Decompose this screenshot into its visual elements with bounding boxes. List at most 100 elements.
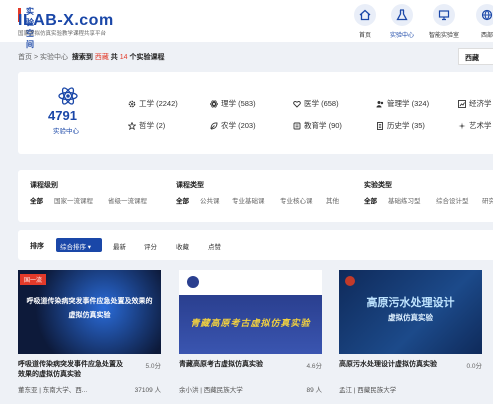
course-title[interactable]: 呼吸道传染病突发事件应急处置及效果的虚拟仿真实验 xyxy=(18,360,126,380)
course-title[interactable]: 青藏高原考古虚拟仿真实验 xyxy=(179,360,287,370)
nav-experiment-center[interactable]: 实验中心 xyxy=(383,4,421,39)
category-label: 艺术学 xyxy=(469,121,492,130)
category-medicine[interactable]: 医学 (658) xyxy=(293,98,339,109)
category-science[interactable]: 理学 (583) xyxy=(210,98,256,109)
category-label: 教育学 (90) xyxy=(304,121,342,130)
course-card[interactable]: 高原污水处理设计 虚拟仿真实验 高原污水处理设计虚拟仿真实验 0.0分 孟江 |… xyxy=(339,270,482,404)
lab-icon xyxy=(433,4,455,26)
star-icon xyxy=(128,121,136,130)
category-label: 哲学 (2) xyxy=(139,121,166,130)
search-suffix: 个实验课程 xyxy=(129,54,165,61)
category-label: 工学 (2242) xyxy=(139,99,178,108)
top-header: 实验空间 ILAB-X.com 国家虚拟仿真实验教学课程共享平台 首页 实验中心… xyxy=(0,0,493,49)
filter-level-provincial[interactable]: 省级一流课程 xyxy=(108,195,147,205)
category-engineering[interactable]: 工学 (2242) xyxy=(128,98,178,109)
filter-exp-design[interactable]: 综合设计型 xyxy=(436,195,469,205)
filter-exp-basic[interactable]: 基础练习型 xyxy=(388,195,421,205)
university-logo xyxy=(345,276,355,286)
sort-newest[interactable]: 最新 xyxy=(113,241,126,251)
course-score: 0.0分 xyxy=(466,363,482,370)
filter-level-national[interactable]: 国家一流课程 xyxy=(54,195,93,205)
sort-rating[interactable]: 评分 xyxy=(144,241,157,251)
people-icon xyxy=(376,100,384,107)
course-author: 余小洪 | 西藏民族大学 xyxy=(179,387,243,394)
course-author: 董东亚 | 东南大学、西... xyxy=(18,387,88,394)
heart-icon xyxy=(293,100,301,108)
chart-icon xyxy=(458,99,466,108)
total-count: 4791 xyxy=(48,108,77,123)
course-title[interactable]: 高原污水处理设计虚拟仿真实验 xyxy=(339,360,447,370)
filter-type-public[interactable]: 公共课 xyxy=(200,195,220,205)
filter-type-title: 课程类型 xyxy=(176,182,204,189)
first-class-badge: 国一流 xyxy=(20,274,47,285)
category-label: 历史学 (35) xyxy=(387,121,425,130)
course-card[interactable]: 青藏高原考古虚拟仿真实验 青藏高原考古虚拟仿真实验 4.6分 余小洪 | 西藏民… xyxy=(179,270,322,404)
atom-icon xyxy=(58,87,78,105)
breadcrumb: 首页 > 实验中心 搜索到 西藏 共 14 个实验课程 xyxy=(18,52,165,62)
breadcrumb-sep: > xyxy=(33,54,39,61)
course-participants: 37109 人 xyxy=(134,387,161,394)
breadcrumb-center[interactable]: 实验中心 xyxy=(40,54,68,61)
nav-smart-lab-label: 智能实验室 xyxy=(428,33,459,39)
search-count: 14 xyxy=(119,54,128,61)
course-thumbnail[interactable]: 国一流 呼吸道传染病突发事件应急处置及效果的 虚拟仿真实验 xyxy=(18,270,161,354)
thumbnail-title: 青藏高原考古虚拟仿真实验 xyxy=(190,318,311,328)
filter-level-all[interactable]: 全部 xyxy=(30,195,43,205)
university-logo xyxy=(187,276,199,288)
filter-panel: 课程级别 全部 国家一流课程 省级一流课程 课程类型 全部 公共课 专业基础课 … xyxy=(18,170,493,222)
book-icon xyxy=(293,122,301,129)
category-label: 管理学 (324) xyxy=(387,99,430,108)
gear-icon xyxy=(128,100,136,107)
sort-likes[interactable]: 点赞 xyxy=(208,241,221,251)
home-icon xyxy=(354,4,376,26)
course-thumbnail[interactable]: 高原污水处理设计 虚拟仿真实验 xyxy=(339,270,482,354)
filter-type-core[interactable]: 专业核心课 xyxy=(280,195,313,205)
category-education[interactable]: 教育学 (90) xyxy=(293,120,342,131)
course-card[interactable]: 国一流 呼吸道传染病突发事件应急处置及效果的 虚拟仿真实验 呼吸道传染病突发事件… xyxy=(18,270,161,404)
nav-west[interactable]: 西部 xyxy=(468,4,493,39)
sort-select[interactable]: 综合排序 ▾ xyxy=(56,238,102,252)
region-select[interactable]: 西藏 xyxy=(458,48,493,65)
category-agriculture[interactable]: 农学 (203) xyxy=(210,120,256,131)
globe-icon xyxy=(476,4,493,26)
leaf-icon xyxy=(210,121,218,129)
logo-main-text: ILAB-X.com xyxy=(18,12,114,29)
nav-experiment-center-label: 实验中心 xyxy=(389,33,414,39)
filter-level-title: 课程级别 xyxy=(30,182,58,189)
category-philosophy[interactable]: 哲学 (2) xyxy=(128,120,165,131)
sort-bar: 排序 综合排序 ▾ 最新 评分 收藏 点赞 xyxy=(18,230,493,260)
thumbnail-subtitle: 虚拟仿真实验 xyxy=(68,312,111,319)
category-arts[interactable]: 艺术学 xyxy=(458,120,492,131)
filter-type-other[interactable]: 其他 xyxy=(326,195,339,205)
logo-subtitle: 国家虚拟仿真实验教学课程共享平台 xyxy=(18,31,107,37)
filter-exp-all[interactable]: 全部 xyxy=(364,195,377,205)
breadcrumb-home[interactable]: 首页 xyxy=(18,54,32,61)
filter-exp-research[interactable]: 研究 xyxy=(482,195,493,205)
nav-home[interactable]: 首页 xyxy=(346,4,384,39)
course-participants: 89 人 xyxy=(306,387,322,394)
course-score: 5.0分 xyxy=(145,363,161,370)
atom-icon xyxy=(210,99,218,108)
course-thumbnail[interactable]: 青藏高原考古虚拟仿真实验 xyxy=(179,270,322,354)
sort-favorites[interactable]: 收藏 xyxy=(176,241,189,251)
category-economics[interactable]: 经济学 xyxy=(458,98,492,109)
category-history[interactable]: 历史学 (35) xyxy=(376,120,425,131)
category-label: 经济学 xyxy=(469,99,492,108)
filter-type-all[interactable]: 全部 xyxy=(176,195,189,205)
thumbnail-subtitle: 虚拟仿真实验 xyxy=(388,313,433,322)
category-label: 理学 (583) xyxy=(221,99,256,108)
thumbnail-title: 高原污水处理设计 xyxy=(366,297,455,309)
course-score: 4.6分 xyxy=(306,363,322,370)
palette-icon xyxy=(458,122,466,129)
nav-west-label: 西部 xyxy=(480,33,493,39)
search-mid: 共 xyxy=(110,54,118,61)
flask-icon xyxy=(391,4,413,26)
scroll-icon xyxy=(377,121,383,130)
total-label: 实验中心 xyxy=(53,128,79,135)
search-region: 西藏 xyxy=(94,54,109,61)
filter-type-foundation[interactable]: 专业基础课 xyxy=(232,195,265,205)
nav-smart-lab[interactable]: 智能实验室 xyxy=(425,4,463,39)
search-prefix: 搜索到 xyxy=(71,54,93,61)
filter-exp-title: 实验类型 xyxy=(364,182,392,189)
category-management[interactable]: 管理学 (324) xyxy=(376,98,429,109)
